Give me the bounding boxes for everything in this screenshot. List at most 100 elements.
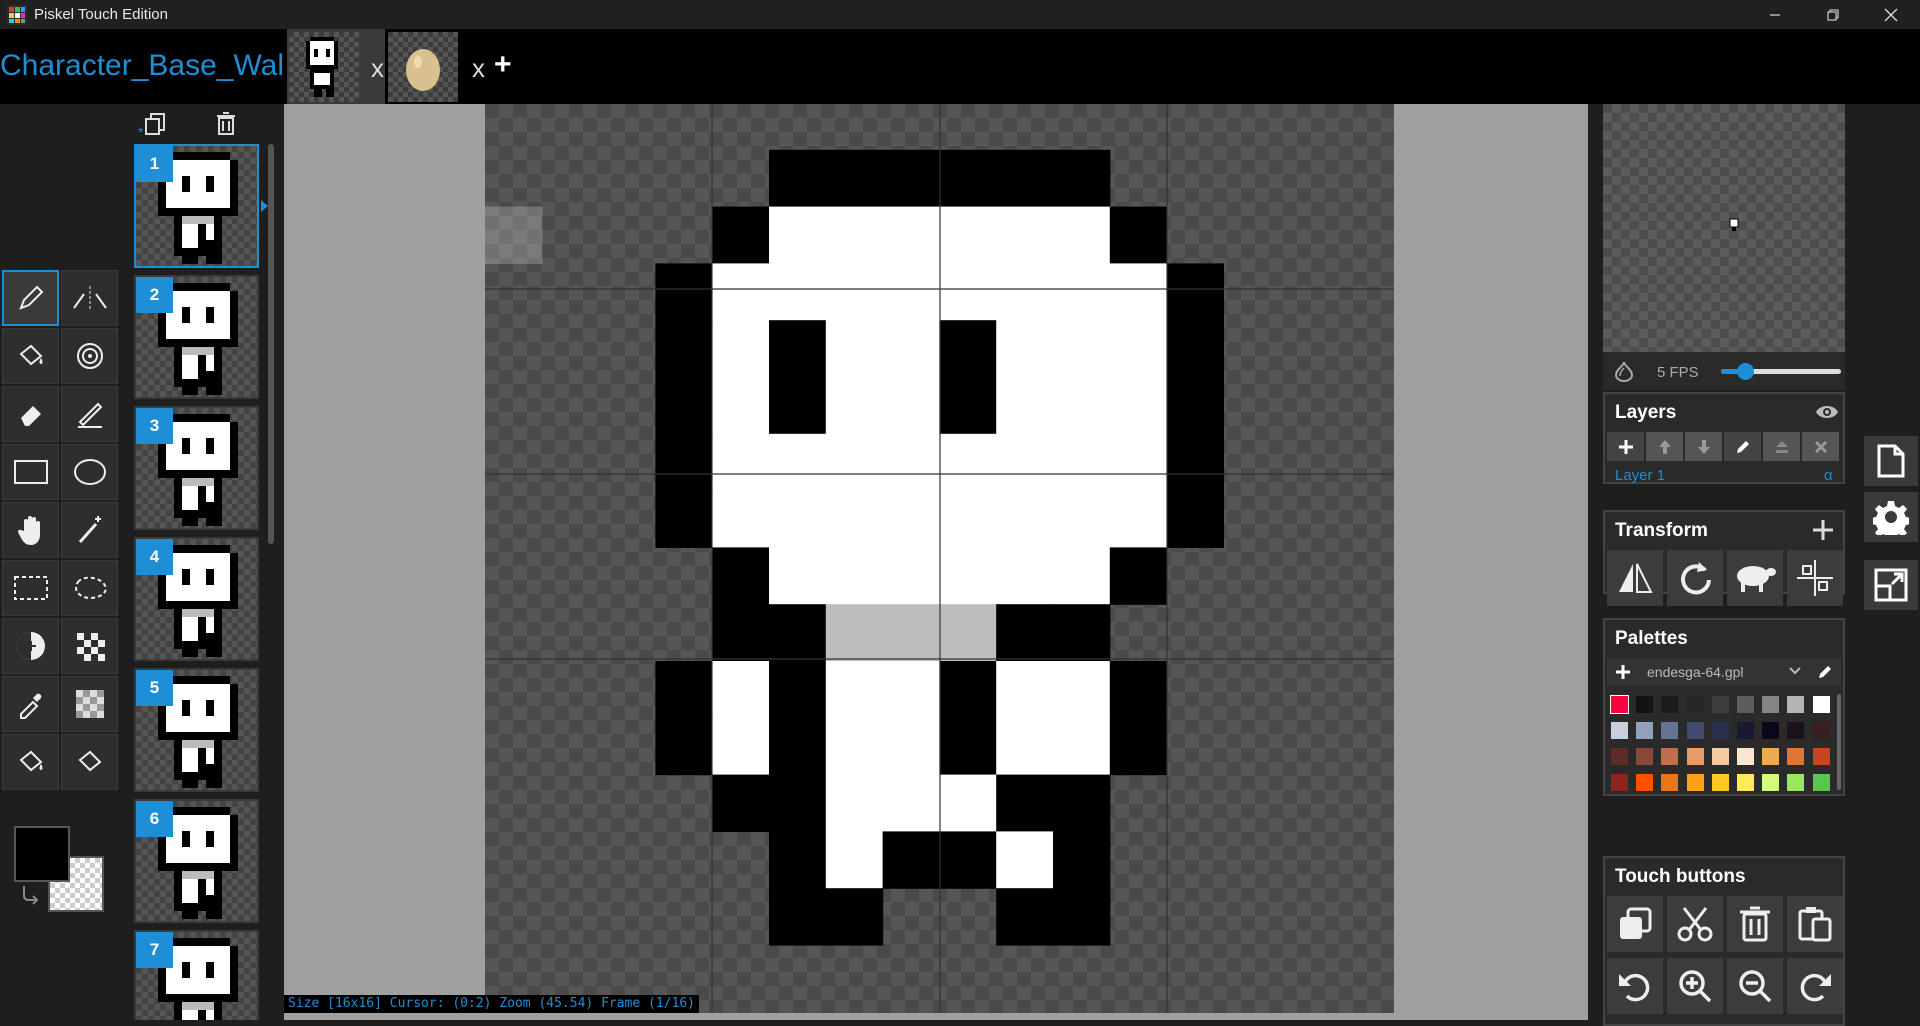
frame-thumbnail[interactable]: 3 <box>134 406 259 530</box>
add-palette-button[interactable] <box>1615 664 1631 680</box>
palette-select[interactable]: endesga-64.gpl <box>1647 664 1744 680</box>
stroke-tool[interactable] <box>61 386 118 442</box>
add-layer-button[interactable] <box>1607 432 1644 461</box>
center-transform-button[interactable] <box>1787 550 1843 606</box>
palette-swatch[interactable] <box>1812 696 1830 713</box>
frame-thumbnail[interactable]: 7 <box>134 930 259 1020</box>
duplicate-frame-button[interactable] <box>144 112 166 136</box>
lighten-tool[interactable] <box>2 618 59 674</box>
palette-swatch[interactable] <box>1686 722 1704 739</box>
resize-button[interactable] <box>1864 560 1918 610</box>
palette-swatch[interactable] <box>1737 774 1754 791</box>
edit-layer-button[interactable] <box>1724 432 1761 461</box>
palette-swatch[interactable] <box>1787 696 1805 713</box>
add-tab-button[interactable]: + <box>494 48 512 82</box>
frame-thumbnail[interactable]: 1 <box>134 144 259 268</box>
settings-button[interactable] <box>1864 492 1918 542</box>
palette-swatch[interactable] <box>1711 696 1729 713</box>
replace-color-tool[interactable] <box>61 734 118 790</box>
touch-cut-button[interactable] <box>1667 896 1723 952</box>
touch-zoom-out-button[interactable] <box>1727 958 1783 1014</box>
flip-transform-button[interactable] <box>1607 550 1663 606</box>
palette-swatch[interactable] <box>1762 748 1780 765</box>
palette-swatch[interactable] <box>1611 722 1628 739</box>
rotate-transform-button[interactable] <box>1667 550 1723 606</box>
palette-swatch[interactable] <box>1762 774 1780 791</box>
palette-swatch[interactable] <box>1686 774 1704 791</box>
palette-swatch[interactable] <box>1812 748 1830 765</box>
lasso-selection-tool[interactable] <box>61 560 118 616</box>
tab-egg[interactable] <box>388 29 458 104</box>
palette-swatch[interactable] <box>1661 722 1679 739</box>
ellipse-tool[interactable] <box>61 444 118 500</box>
palette-swatch[interactable] <box>1661 748 1679 765</box>
transparency-tool[interactable] <box>61 676 118 732</box>
eraser-tool[interactable] <box>2 386 59 442</box>
palette-swatch[interactable] <box>1611 748 1628 765</box>
magic-bucket-tool[interactable] <box>61 328 118 384</box>
shape-selection-tool[interactable] <box>61 502 118 558</box>
palette-swatch[interactable] <box>1737 722 1754 739</box>
palette-swatch[interactable] <box>1737 748 1754 765</box>
palette-swatch[interactable] <box>1686 696 1704 713</box>
palette-swatch[interactable] <box>1636 696 1654 713</box>
rectangle-tool[interactable] <box>2 444 59 500</box>
maximize-button[interactable] <box>1804 0 1862 29</box>
move-tool[interactable] <box>2 502 59 558</box>
palette-swatch[interactable] <box>1787 774 1805 791</box>
swap-bucket-tool[interactable] <box>2 734 59 790</box>
primary-color-swatch[interactable] <box>14 826 70 882</box>
touch-paste-button[interactable] <box>1787 896 1843 952</box>
color-picker-tool[interactable] <box>2 676 59 732</box>
touch-zoom-in-button[interactable] <box>1667 958 1723 1014</box>
layer-item-name[interactable]: Layer 1 <box>1615 467 1665 484</box>
rectangle-selection-tool[interactable] <box>2 560 59 616</box>
palette-swatch[interactable] <box>1686 748 1704 765</box>
merge-layer-button[interactable] <box>1763 432 1800 461</box>
close-tab-egg-button[interactable]: x <box>472 53 492 84</box>
touch-duplicate-button[interactable] <box>1607 896 1663 952</box>
swap-colors-icon[interactable] <box>20 884 40 906</box>
pen-tool[interactable] <box>2 270 59 326</box>
close-window-button[interactable] <box>1862 0 1920 29</box>
palette-swatch[interactable] <box>1636 774 1654 791</box>
toggle-layer-visibility-button[interactable] <box>1815 404 1839 420</box>
palette-swatch[interactable] <box>1711 722 1729 739</box>
fps-slider-handle[interactable] <box>1737 363 1754 380</box>
palette-swatch[interactable] <box>1636 722 1654 739</box>
add-transform-button[interactable] <box>1812 519 1834 541</box>
palette-dropdown-chevron-icon[interactable] <box>1789 666 1801 676</box>
palette-swatch[interactable] <box>1636 748 1654 765</box>
dithering-tool[interactable] <box>61 618 118 674</box>
new-document-button[interactable] <box>1864 436 1918 486</box>
frames-scrollbar[interactable] <box>268 144 274 544</box>
onion-skin-button[interactable] <box>1613 360 1635 382</box>
palette-swatch[interactable] <box>1812 722 1830 739</box>
touch-delete-button[interactable] <box>1727 896 1783 952</box>
touch-redo-button[interactable] <box>1787 958 1843 1014</box>
pixel-canvas[interactable] <box>485 104 1394 1013</box>
fps-slider[interactable] <box>1721 363 1841 380</box>
project-title[interactable]: Character_Base_Wal <box>0 49 284 85</box>
mirror-pen-tool[interactable] <box>61 270 118 326</box>
palette-swatch[interactable] <box>1762 696 1780 713</box>
palette-swatch[interactable] <box>1737 696 1754 713</box>
delete-frame-button[interactable] <box>216 112 236 136</box>
move-layer-down-button[interactable] <box>1685 432 1722 461</box>
move-layer-up-button[interactable] <box>1646 432 1683 461</box>
delete-layer-button[interactable] <box>1802 432 1839 461</box>
palette-swatch[interactable] <box>1711 748 1729 765</box>
palette-swatch[interactable] <box>1661 696 1679 713</box>
palette-swatch[interactable] <box>1787 722 1805 739</box>
palette-swatch[interactable] <box>1610 695 1629 714</box>
palette-swatch[interactable] <box>1812 774 1830 791</box>
edit-palette-button[interactable] <box>1817 664 1833 680</box>
frame-thumbnail[interactable]: 4 <box>134 537 259 661</box>
paint-bucket-tool[interactable] <box>2 328 59 384</box>
palette-swatch[interactable] <box>1611 774 1628 791</box>
clone-transform-button[interactable] <box>1727 550 1783 606</box>
layer-opacity-button[interactable]: α <box>1824 467 1833 484</box>
palette-swatch[interactable] <box>1711 774 1729 791</box>
palette-swatch[interactable] <box>1762 722 1780 739</box>
frame-thumbnail[interactable]: 6 <box>134 799 259 923</box>
